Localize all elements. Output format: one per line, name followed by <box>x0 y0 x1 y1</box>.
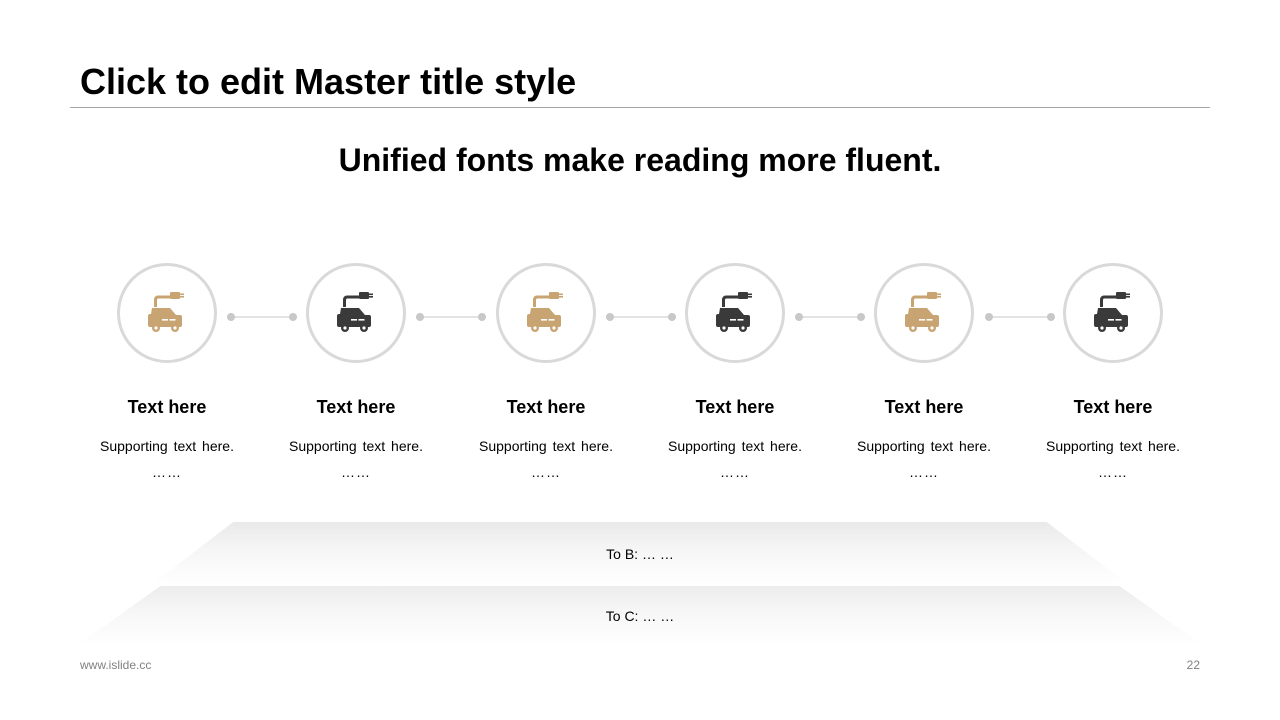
page-number: 22 <box>1186 658 1200 672</box>
electric-car-icon <box>527 292 563 332</box>
step-description: Supporting text here. <box>100 438 234 454</box>
step-ellipsis: …… <box>1098 464 1128 480</box>
step-title: Text here <box>506 397 586 417</box>
step-description: Supporting text here. <box>857 438 991 454</box>
step-ellipsis: …… <box>531 464 561 480</box>
step-ellipsis: …… <box>152 464 182 480</box>
timeline-step-2: Text here Supporting text here. …… <box>271 263 441 480</box>
step-icon-circle <box>496 263 596 363</box>
title-divider <box>70 107 1210 108</box>
step-title: Text here <box>316 397 396 417</box>
electric-car-icon <box>337 292 373 332</box>
step-title: Text here <box>884 397 964 417</box>
process-timeline: Text here Supporting text here. …… Text … <box>0 263 1280 503</box>
step-title: Text here <box>127 397 207 417</box>
audience-band-c: To C: … … <box>76 586 1204 646</box>
step-icon-circle <box>685 263 785 363</box>
step-description: Supporting text here. <box>479 438 613 454</box>
step-icon-circle <box>874 263 974 363</box>
band-label: To C: … … <box>605 608 675 624</box>
slide-title: Click to edit Master title style <box>80 61 577 102</box>
step-description: Supporting text here. <box>1046 438 1180 454</box>
step-ellipsis: …… <box>909 464 939 480</box>
timeline-step-5: Text here Supporting text here. …… <box>839 263 1009 480</box>
timeline-step-3: Text here Supporting text here. …… <box>461 263 631 480</box>
audience-band-b: To B: … … <box>150 522 1130 586</box>
electric-car-icon <box>148 292 184 332</box>
step-icon-circle <box>306 263 406 363</box>
step-ellipsis: …… <box>720 464 750 480</box>
electric-car-icon <box>1094 292 1130 332</box>
step-description: Supporting text here. <box>289 438 423 454</box>
electric-car-icon <box>716 292 752 332</box>
band-label: To B: … … <box>606 546 674 562</box>
timeline-step-6: Text here Supporting text here. …… <box>1028 263 1198 480</box>
footer-website: www.islide.cc <box>80 658 152 672</box>
step-icon-circle <box>117 263 217 363</box>
step-ellipsis: …… <box>341 464 371 480</box>
step-title: Text here <box>695 397 775 417</box>
timeline-step-1: Text here Supporting text here. …… <box>82 263 252 480</box>
timeline-step-4: Text here Supporting text here. …… <box>650 263 820 480</box>
step-icon-circle <box>1063 263 1163 363</box>
step-title: Text here <box>1073 397 1153 417</box>
slide-subtitle: Unified fonts make reading more fluent. <box>338 142 942 178</box>
step-description: Supporting text here. <box>668 438 802 454</box>
electric-car-icon <box>905 292 941 332</box>
